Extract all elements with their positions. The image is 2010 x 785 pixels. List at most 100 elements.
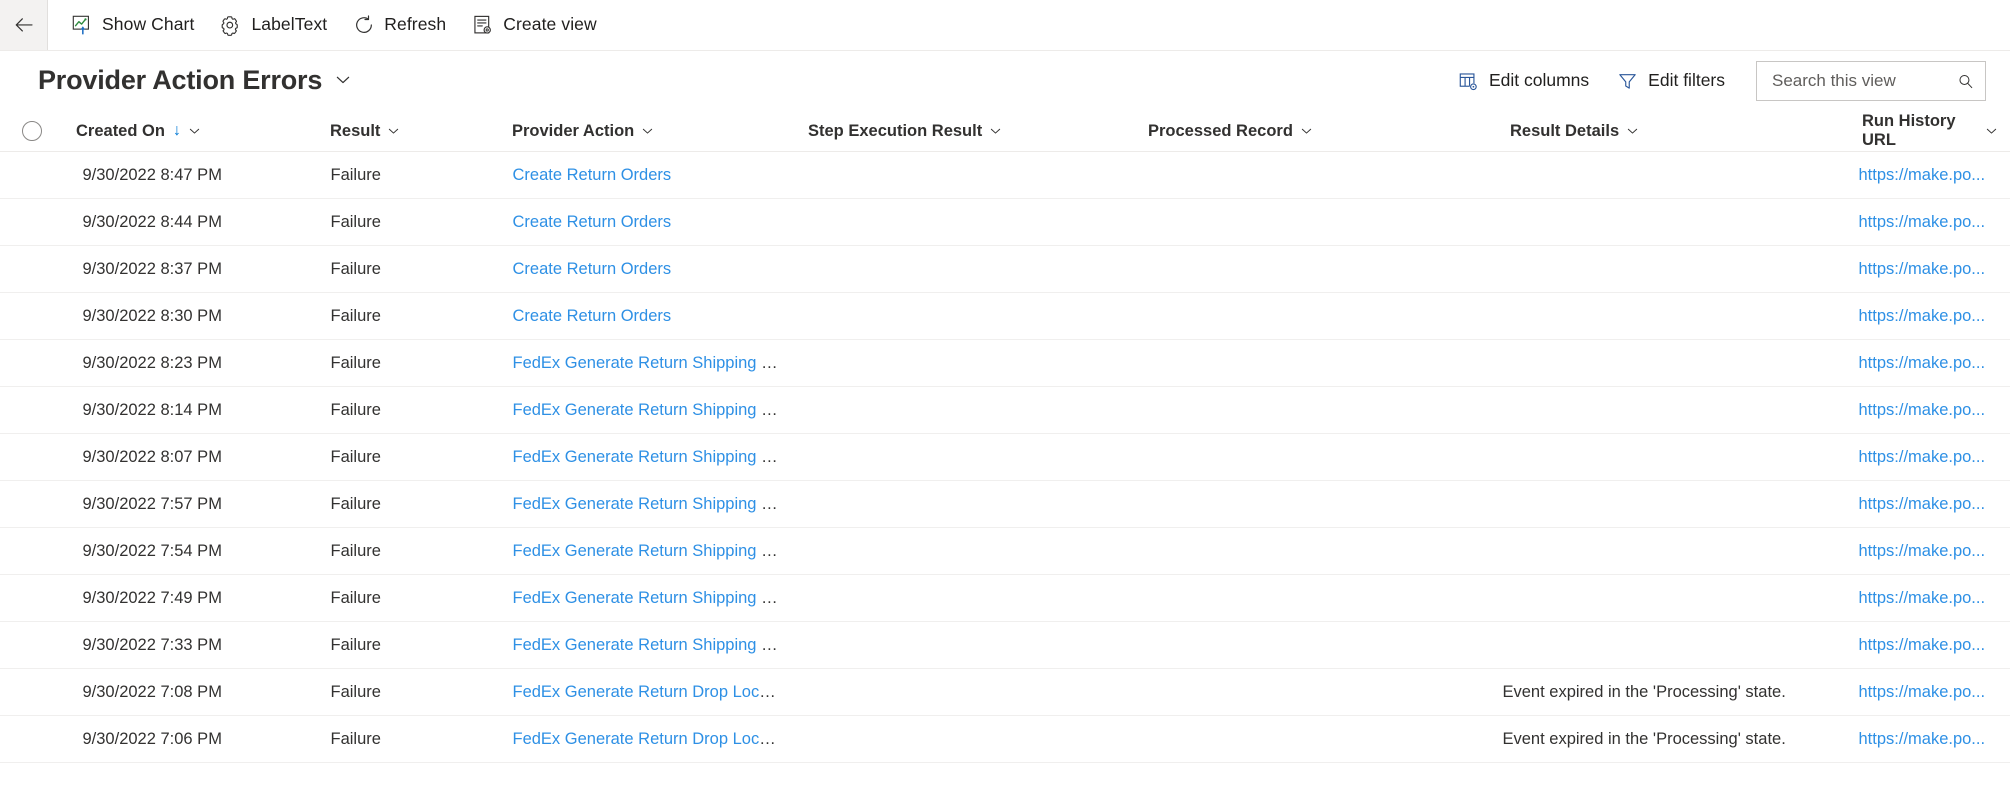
show-chart-button[interactable]: Show Chart [58, 0, 207, 50]
select-all-checkbox[interactable] [22, 121, 42, 141]
run-history-url-link[interactable]: https://make.po... [1859, 401, 1986, 419]
table-row[interactable]: 9/30/2022 8:23 PM Failure FedEx Generate R… [0, 339, 2010, 387]
table-row[interactable]: 9/30/2022 7:06 PM Failure FedEx Generate R… [0, 715, 2010, 763]
run-history-url-link[interactable]: https://make.po... [1859, 354, 1986, 372]
row-select-cell[interactable] [0, 715, 65, 763]
column-header-provider-action[interactable]: Provider Action [500, 111, 796, 152]
provider-action-link[interactable]: FedEx Generate Return Shipping La... [513, 495, 794, 513]
cell-run-history-url[interactable]: https://make.po... [1850, 198, 2010, 246]
chevron-down-icon[interactable] [1985, 125, 1998, 138]
cell-run-history-url[interactable]: https://make.po... [1850, 151, 2010, 199]
provider-action-link[interactable]: FedEx Generate Return Shipping La... [513, 354, 794, 372]
run-history-url-link[interactable]: https://make.po... [1859, 589, 1986, 607]
chevron-down-icon[interactable] [1300, 125, 1313, 138]
column-header-run-history-url[interactable]: Run History URL [1850, 111, 2010, 152]
chevron-down-icon[interactable] [989, 125, 1002, 138]
table-row[interactable]: 9/30/2022 7:54 PM Failure FedEx Generate R… [0, 527, 2010, 575]
row-select-cell[interactable] [0, 339, 65, 387]
table-row[interactable]: 9/30/2022 7:57 PM Failure FedEx Generate R… [0, 480, 2010, 528]
row-select-cell[interactable] [0, 480, 65, 528]
table-row[interactable]: 9/30/2022 7:49 PM Failure FedEx Generate R… [0, 574, 2010, 622]
chevron-down-icon[interactable] [387, 125, 400, 138]
table-row[interactable]: 9/30/2022 8:44 PM Failure Create Return Or… [0, 198, 2010, 246]
chevron-down-icon[interactable] [641, 125, 654, 138]
cell-provider-action[interactable]: Create Return Orders [500, 245, 797, 293]
cell-run-history-url[interactable]: https://make.po... [1850, 527, 2010, 575]
provider-action-link[interactable]: Create Return Orders [513, 166, 672, 184]
cell-provider-action[interactable]: Create Return Orders [500, 151, 797, 199]
run-history-url-link[interactable]: https://make.po... [1859, 166, 1986, 184]
search-box[interactable] [1756, 61, 1986, 101]
row-select-cell[interactable] [0, 621, 65, 669]
run-history-url-link[interactable]: https://make.po... [1859, 636, 1986, 654]
column-header-step-execution-result[interactable]: Step Execution Result [796, 111, 1136, 152]
run-history-url-link[interactable]: https://make.po... [1859, 730, 1986, 748]
run-history-url-link[interactable]: https://make.po... [1859, 260, 1986, 278]
edit-filters-button[interactable]: Edit filters [1603, 62, 1739, 101]
provider-action-link[interactable]: FedEx Generate Return Shipping La... [513, 401, 794, 419]
table-row[interactable]: 9/30/2022 8:14 PM Failure FedEx Generate R… [0, 386, 2010, 434]
provider-action-link[interactable]: Create Return Orders [513, 307, 672, 325]
back-button[interactable] [0, 0, 48, 50]
cell-provider-action[interactable]: FedEx Generate Return Shipping La... [500, 480, 797, 528]
provider-action-link[interactable]: FedEx Generate Return Drop Locati... [513, 683, 791, 701]
row-select-cell[interactable] [0, 668, 65, 716]
cell-run-history-url[interactable]: https://make.po... [1850, 245, 2010, 293]
row-select-cell[interactable] [0, 433, 65, 481]
cell-provider-action[interactable]: Create Return Orders [500, 198, 797, 246]
cell-run-history-url[interactable]: https://make.po... [1850, 339, 2010, 387]
table-row[interactable]: 9/30/2022 7:08 PM Failure FedEx Generate R… [0, 668, 2010, 716]
cell-provider-action[interactable]: FedEx Generate Return Shipping La... [500, 433, 797, 481]
labeltext-button[interactable]: LabelText [207, 0, 340, 50]
cell-run-history-url[interactable]: https://make.po... [1850, 668, 2010, 716]
search-icon[interactable] [1957, 71, 1974, 92]
cell-run-history-url[interactable]: https://make.po... [1850, 433, 2010, 481]
row-select-cell[interactable] [0, 198, 65, 246]
edit-columns-button[interactable]: Edit columns [1444, 62, 1603, 101]
cell-provider-action[interactable]: Create Return Orders [500, 292, 797, 340]
row-select-cell[interactable] [0, 292, 65, 340]
cell-provider-action[interactable]: FedEx Generate Return Drop Locati... [500, 715, 797, 763]
chevron-down-icon[interactable] [1626, 125, 1639, 138]
provider-action-link[interactable]: FedEx Generate Return Shipping La... [513, 542, 794, 560]
create-view-button[interactable]: Create view [459, 0, 610, 50]
row-select-cell[interactable] [0, 245, 65, 293]
cell-run-history-url[interactable]: https://make.po... [1850, 621, 2010, 669]
provider-action-link[interactable]: FedEx Generate Return Drop Locati... [513, 730, 791, 748]
cell-provider-action[interactable]: FedEx Generate Return Shipping La... [500, 386, 797, 434]
view-selector[interactable]: Provider Action Errors [38, 62, 359, 100]
refresh-button[interactable]: Refresh [340, 0, 459, 50]
provider-action-link[interactable]: Create Return Orders [513, 213, 672, 231]
row-select-cell[interactable] [0, 386, 65, 434]
table-row[interactable]: 9/30/2022 8:07 PM Failure FedEx Generate R… [0, 433, 2010, 481]
run-history-url-link[interactable]: https://make.po... [1859, 683, 1986, 701]
cell-provider-action[interactable]: FedEx Generate Return Shipping La... [500, 621, 797, 669]
column-header-result[interactable]: Result [318, 111, 500, 152]
run-history-url-link[interactable]: https://make.po... [1859, 307, 1986, 325]
run-history-url-link[interactable]: https://make.po... [1859, 495, 1986, 513]
cell-provider-action[interactable]: FedEx Generate Return Shipping La... [500, 339, 797, 387]
row-select-cell[interactable] [0, 574, 65, 622]
table-row[interactable]: 9/30/2022 7:33 PM Failure FedEx Generate R… [0, 621, 2010, 669]
table-row[interactable]: 9/30/2022 8:30 PM Failure Create Return Or… [0, 292, 2010, 340]
search-input[interactable] [1770, 70, 1957, 92]
provider-action-link[interactable]: FedEx Generate Return Shipping La... [513, 589, 794, 607]
cell-provider-action[interactable]: FedEx Generate Return Shipping La... [500, 527, 797, 575]
run-history-url-link[interactable]: https://make.po... [1859, 448, 1986, 466]
provider-action-link[interactable]: FedEx Generate Return Shipping La... [513, 636, 794, 654]
provider-action-link[interactable]: Create Return Orders [513, 260, 672, 278]
cell-provider-action[interactable]: FedEx Generate Return Drop Locati... [500, 668, 797, 716]
provider-action-link[interactable]: FedEx Generate Return Shipping La... [513, 448, 794, 466]
row-select-cell[interactable] [0, 151, 65, 199]
column-header-created-on[interactable]: Created On ↓ [64, 111, 318, 152]
row-select-cell[interactable] [0, 527, 65, 575]
table-row[interactable]: 9/30/2022 8:37 PM Failure Create Return Or… [0, 245, 2010, 293]
cell-run-history-url[interactable]: https://make.po... [1850, 715, 2010, 763]
column-header-processed-record[interactable]: Processed Record [1136, 111, 1498, 152]
chevron-down-icon[interactable] [188, 125, 201, 138]
table-row[interactable]: 9/30/2022 8:47 PM Failure Create Return Or… [0, 151, 2010, 199]
cell-run-history-url[interactable]: https://make.po... [1850, 480, 2010, 528]
column-header-result-details[interactable]: Result Details [1498, 111, 1850, 152]
run-history-url-link[interactable]: https://make.po... [1859, 213, 1986, 231]
cell-run-history-url[interactable]: https://make.po... [1850, 574, 2010, 622]
